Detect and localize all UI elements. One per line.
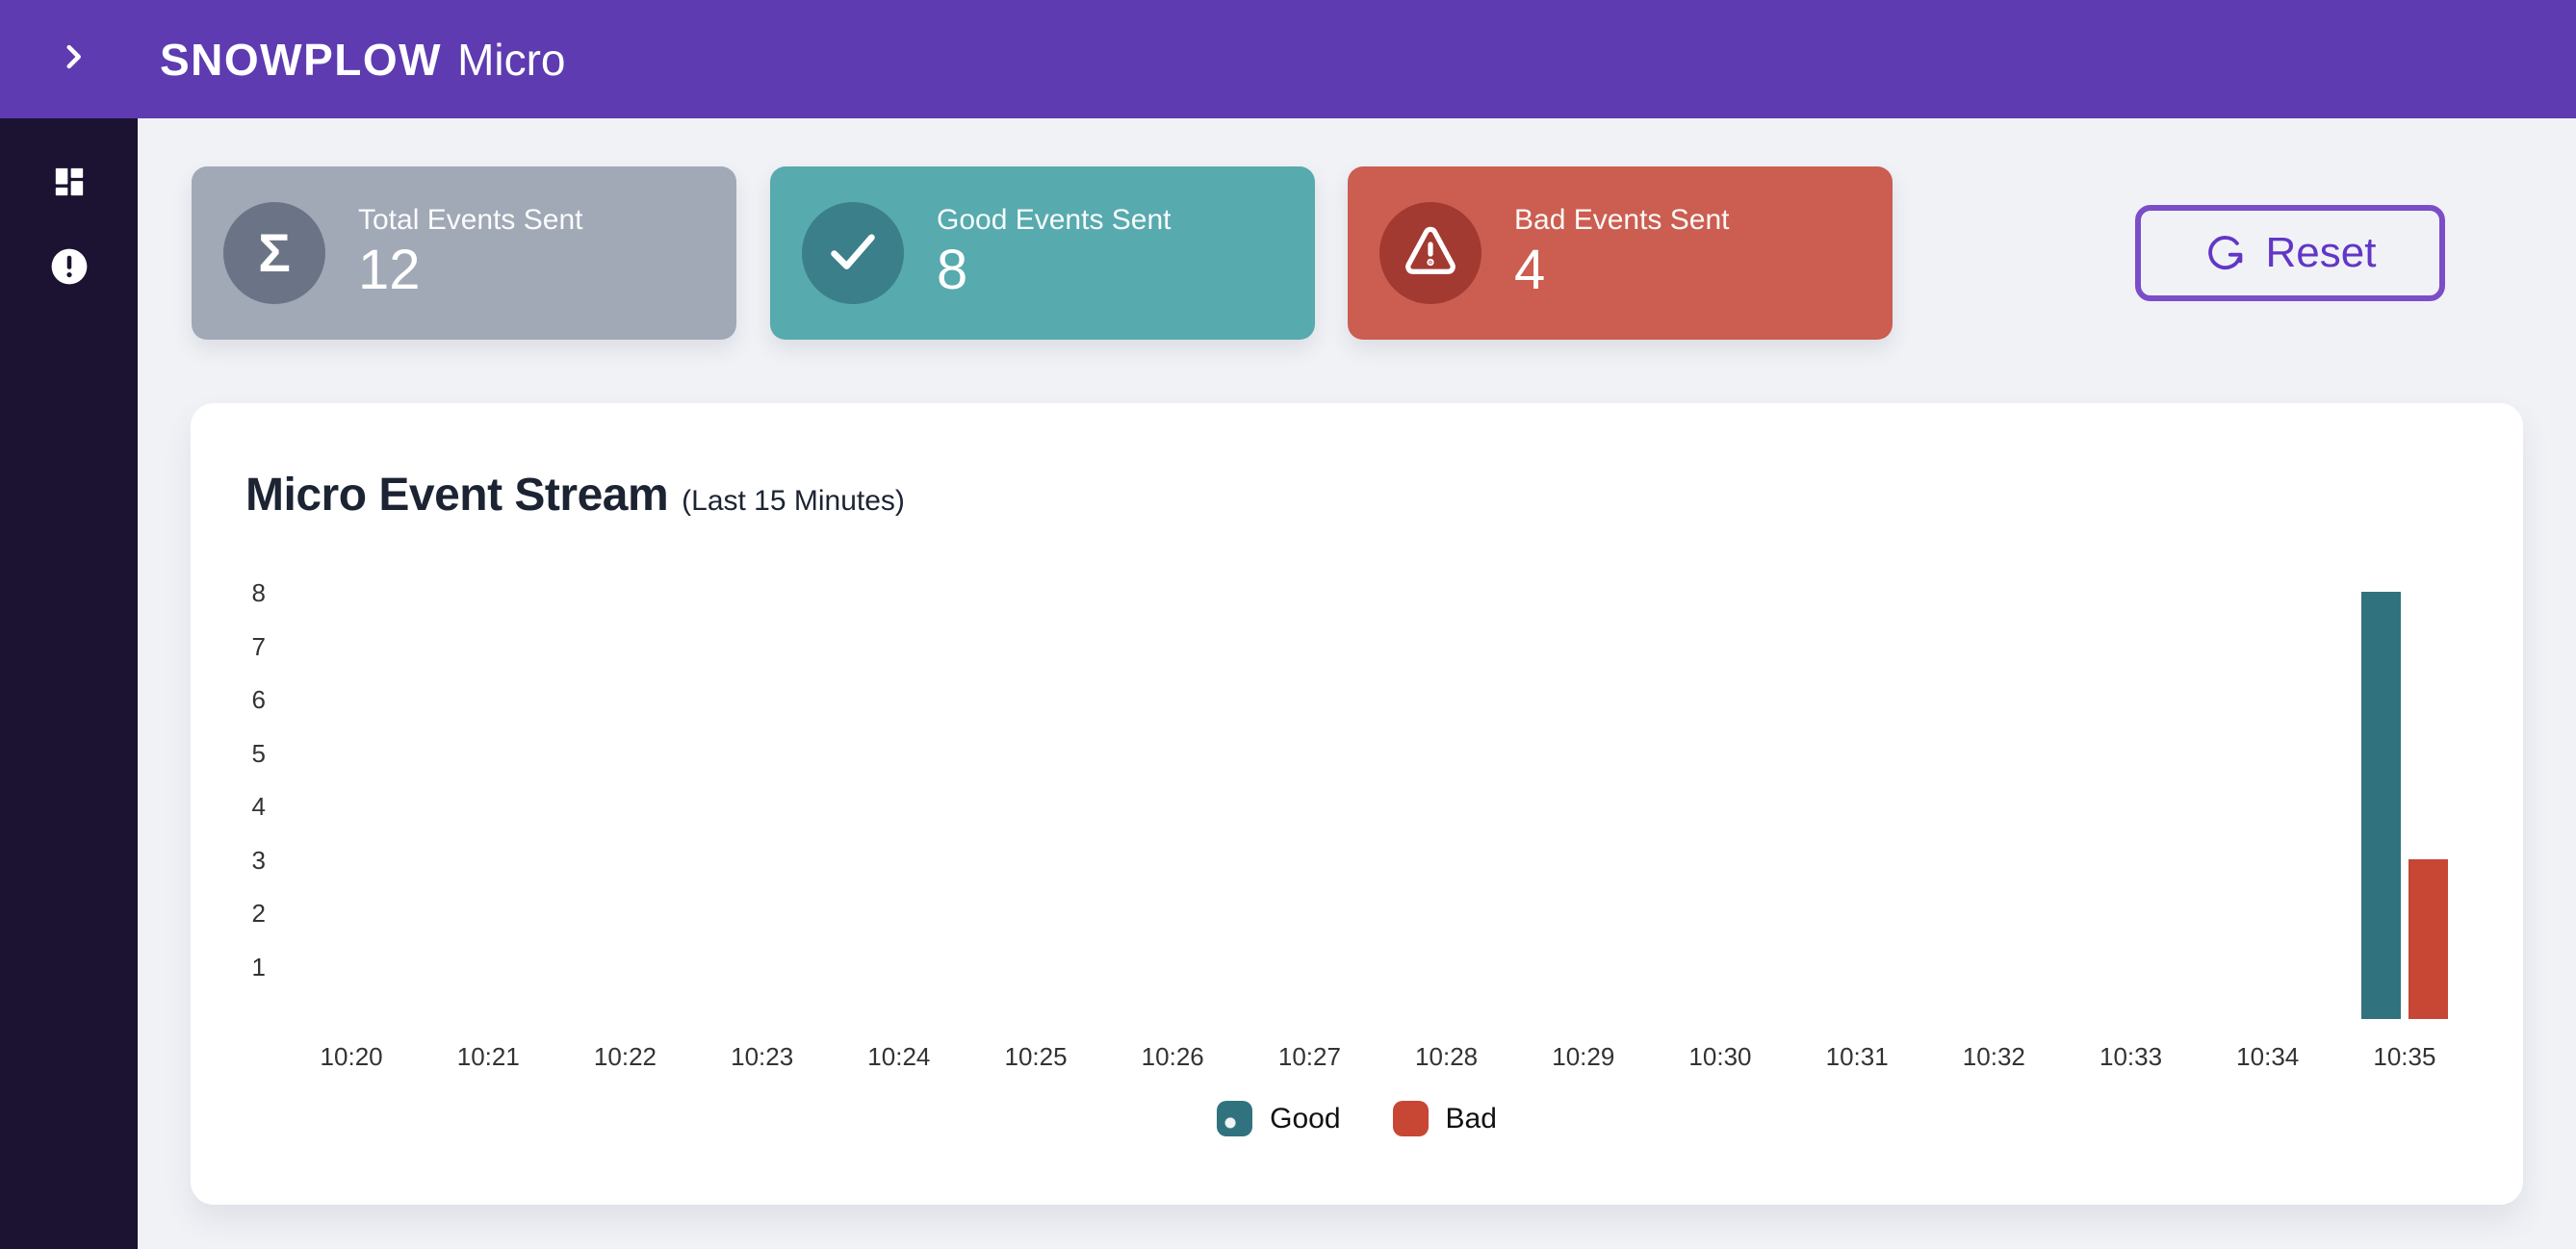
y-axis-tick-label: 8	[198, 578, 266, 607]
chart-title-main: Micro Event Stream	[245, 469, 668, 522]
x-axis-tick-label: 10:28	[1378, 1042, 1515, 1071]
sidebar-item-bad-events[interactable]	[46, 245, 92, 292]
x-axis-tick-label: 10:20	[283, 1042, 420, 1071]
y-axis-tick-label: 3	[198, 846, 266, 875]
x-axis-tick-label: 10:30	[1652, 1042, 1789, 1071]
y-axis-tick-label: 4	[198, 792, 266, 821]
stat-card-good-events: Good Events Sent 8	[770, 166, 1315, 340]
stat-card-bad-events: Bad Events Sent 4	[1348, 166, 1893, 340]
reset-button-label: Reset	[2266, 229, 2377, 277]
bar-chart-plot-area: 1234567810:2010:2110:2210:2310:2410:2510…	[283, 592, 2473, 1019]
y-axis-tick-label: 7	[198, 632, 266, 661]
legend-item-bad[interactable]: Bad	[1393, 1101, 1497, 1136]
warning-triangle-icon	[1402, 222, 1459, 285]
stat-card-label: Good Events Sent	[937, 204, 1172, 237]
x-axis-tick-label: 10:21	[420, 1042, 556, 1071]
x-axis-tick-label: 10:24	[831, 1042, 967, 1071]
chart-title-subtitle: (Last 15 Minutes)	[682, 485, 905, 518]
x-axis-tick-label: 10:22	[556, 1042, 693, 1071]
chevron-right-icon	[57, 40, 90, 78]
sigma-icon: Σ	[258, 226, 291, 280]
stat-card-value: 12	[358, 239, 582, 303]
stat-card-icon-circle	[802, 202, 904, 304]
legend-swatch-bad	[1393, 1101, 1429, 1136]
check-icon	[823, 221, 883, 286]
legend-swatch-good	[1217, 1101, 1252, 1136]
legend-label: Good	[1270, 1103, 1340, 1135]
app-header: SNOWPLOW Micro	[0, 0, 2576, 118]
stat-card-value: 4	[1514, 239, 1729, 303]
x-axis-tick-label: 10:33	[2063, 1042, 2200, 1071]
x-axis-tick-label: 10:31	[1789, 1042, 1925, 1071]
x-axis-tick-label: 10:35	[2336, 1042, 2473, 1071]
sidebar-expand-button[interactable]	[50, 37, 96, 83]
x-axis-tick-label: 10:26	[1104, 1042, 1241, 1071]
x-axis-tick-label: 10:32	[1925, 1042, 2062, 1071]
stat-card-total-events: Σ Total Events Sent 12	[192, 166, 736, 340]
sidebar-item-overview[interactable]	[46, 161, 92, 207]
refresh-icon	[2204, 232, 2247, 274]
alert-circle-icon	[49, 246, 90, 292]
event-stream-panel: Micro Event Stream (Last 15 Minutes) 123…	[191, 403, 2523, 1205]
app-title: SNOWPLOW Micro	[160, 34, 566, 86]
stat-card-label: Total Events Sent	[358, 204, 582, 237]
brand-name: SNOWPLOW	[160, 34, 442, 86]
x-axis-tick-label: 10:27	[1241, 1042, 1378, 1071]
x-axis-tick-label: 10:25	[967, 1042, 1104, 1071]
reset-button[interactable]: Reset	[2135, 205, 2445, 301]
brand-product: Micro	[457, 34, 565, 86]
dashboard-grid-icon	[50, 163, 89, 206]
snowplow-micro-app: SNOWPLOW Micro	[0, 0, 2576, 1249]
x-axis-tick-label: 10:23	[694, 1042, 831, 1071]
y-axis-tick-label: 6	[198, 685, 266, 714]
stat-card-icon-circle: Σ	[223, 202, 325, 304]
y-axis-tick-label: 1	[198, 953, 266, 981]
stat-card-value: 8	[937, 239, 1172, 303]
x-axis-tick-label: 10:34	[2200, 1042, 2336, 1071]
chart-title: Micro Event Stream (Last 15 Minutes)	[245, 469, 905, 522]
y-axis-tick-label: 2	[198, 899, 266, 928]
bar-bad-10:35	[2409, 859, 2448, 1020]
legend-label: Bad	[1446, 1103, 1497, 1135]
sidebar-nav	[0, 118, 138, 1249]
stat-card-icon-circle	[1379, 202, 1481, 304]
chart-legend: Good Bad	[191, 1101, 2523, 1136]
legend-item-good[interactable]: Good	[1217, 1101, 1340, 1136]
bar-good-10:35	[2361, 592, 2401, 1019]
stat-card-label: Bad Events Sent	[1514, 204, 1729, 237]
x-axis-tick-label: 10:29	[1515, 1042, 1652, 1071]
y-axis-tick-label: 5	[198, 739, 266, 768]
